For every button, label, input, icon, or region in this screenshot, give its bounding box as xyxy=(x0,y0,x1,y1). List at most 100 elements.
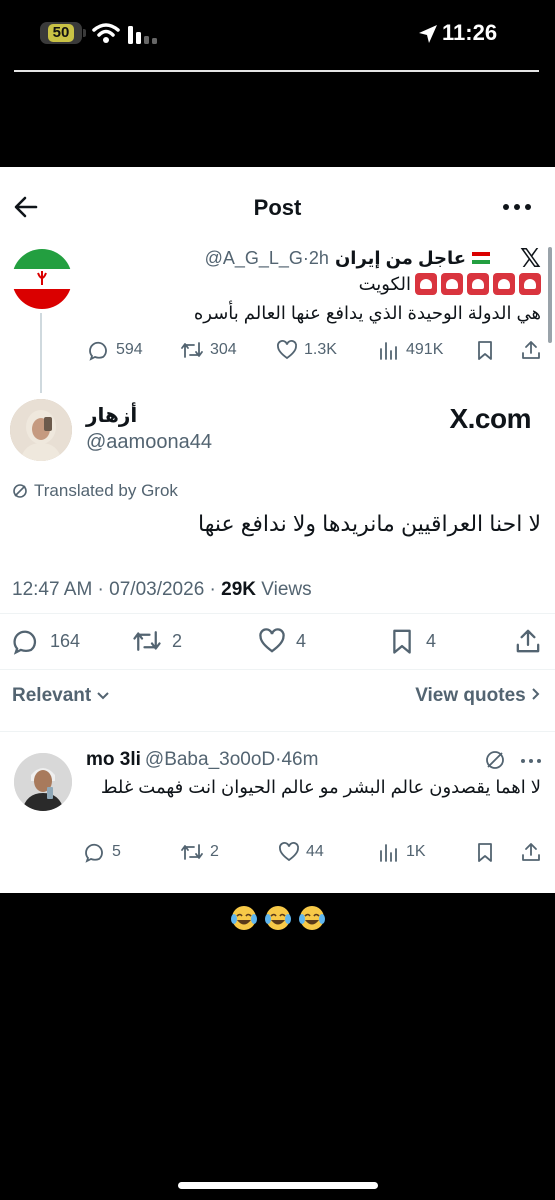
scrollbar[interactable] xyxy=(548,247,552,343)
x-com-logo: X.com xyxy=(449,403,531,434)
thread-line xyxy=(40,313,42,393)
views-icon xyxy=(380,844,397,862)
location-arrow-icon xyxy=(419,25,437,43)
heart-icon xyxy=(277,340,297,360)
reply-handle[interactable]: @Baba_3o0oD·46m xyxy=(145,749,319,771)
x-logo-icon[interactable]: 𝕏 xyxy=(520,243,541,274)
repost-count: 2 xyxy=(172,630,183,651)
views-count: 1K xyxy=(406,843,426,860)
repost-count: 2 xyxy=(210,843,219,860)
iran-flag-emoji-icon xyxy=(472,252,491,264)
share-button[interactable] xyxy=(520,841,542,863)
quoted-display-name[interactable]: عاجل من إيران xyxy=(335,248,466,269)
share-icon xyxy=(516,629,540,653)
reply-count: 5 xyxy=(112,843,121,860)
wifi-icon xyxy=(92,23,120,43)
heart-icon xyxy=(259,628,285,653)
repost-button[interactable]: 2 xyxy=(132,627,182,655)
share-icon xyxy=(522,341,540,359)
bookmark-button[interactable]: 4 xyxy=(388,627,436,655)
quoted-text-country: الكويت xyxy=(358,273,411,294)
status-time: 11:26 xyxy=(442,20,498,45)
heart-icon xyxy=(279,842,299,862)
reply-text: لا اهما يقصدون عالم البشر مو عالم الحيوا… xyxy=(100,777,541,797)
grok-icon[interactable] xyxy=(484,749,506,771)
bookmark-icon xyxy=(393,629,411,654)
tweet-meta: 12:47 AM · 07/03/2026 · 29K Views xyxy=(12,579,312,601)
reply-icon xyxy=(89,341,107,361)
siren-emoji-icon xyxy=(519,273,541,295)
home-indicator[interactable] xyxy=(178,1182,378,1189)
views-button[interactable]: 1K xyxy=(378,841,426,863)
share-button[interactable] xyxy=(514,627,542,655)
reply-avatar[interactable] xyxy=(14,753,72,811)
like-count: 1.3K xyxy=(304,341,337,358)
divider xyxy=(0,731,555,732)
post-card: Post @A_G_L_G·2h عاجل من إيران 𝕏 الكويت … xyxy=(0,167,555,893)
sort-label: Relevant xyxy=(12,685,92,706)
views-count: 491K xyxy=(406,341,444,358)
bookmark-count: 4 xyxy=(426,630,437,651)
avatar-iran-flag[interactable] xyxy=(12,249,72,309)
sort-relevant-dropdown[interactable]: Relevant xyxy=(12,685,110,707)
caption-emojis: 😂😂😂 xyxy=(0,904,555,937)
views-icon xyxy=(380,342,397,360)
like-count: 4 xyxy=(296,630,307,651)
avatar[interactable] xyxy=(10,399,72,461)
quoted-tweet-header: @A_G_L_G·2h عاجل من إيران 𝕏 xyxy=(205,243,541,274)
reply-icon xyxy=(85,843,103,863)
display-name[interactable]: أزهار xyxy=(86,403,137,428)
reply-display-name[interactable]: mo 3li xyxy=(86,749,141,771)
main-action-bar: 164 2 4 4 xyxy=(10,627,545,655)
reply-count: 164 xyxy=(50,630,81,651)
page-title: Post xyxy=(253,195,302,220)
divider xyxy=(0,613,555,614)
bookmark-button[interactable] xyxy=(474,841,496,863)
like-button[interactable]: 4 xyxy=(258,627,306,655)
laughing-crying-emoji-icon xyxy=(230,906,325,930)
bookmark-button[interactable] xyxy=(474,339,496,361)
like-button[interactable]: 1.3K xyxy=(276,339,337,361)
repost-icon xyxy=(133,631,161,651)
tweet-text: لا احنا العراقيين مانريدها ولا ندافع عنه… xyxy=(197,511,541,536)
views-count: 29K xyxy=(221,579,256,600)
siren-emoji-icon xyxy=(415,273,437,295)
top-bar: Post xyxy=(0,187,555,229)
bookmark-icon xyxy=(478,341,492,360)
reply-button[interactable]: 5 xyxy=(84,841,121,863)
more-options-icon[interactable] xyxy=(500,197,534,217)
reply-header: mo 3li @Baba_3o0oD·46m xyxy=(86,749,318,771)
quoted-handle[interactable]: @A_G_L_G·2h xyxy=(205,248,329,269)
quoted-action-bar: 594 304 1.3K 491K xyxy=(88,339,543,363)
repost-button[interactable]: 304 xyxy=(180,339,237,361)
siren-emoji-icon xyxy=(441,273,463,295)
reply-button[interactable]: 164 xyxy=(12,627,80,655)
view-quotes-link[interactable]: View quotes xyxy=(415,685,541,707)
views-button[interactable]: 491K xyxy=(378,339,443,361)
chevron-down-icon xyxy=(97,692,110,700)
reply-button[interactable]: 594 xyxy=(88,339,143,361)
repost-icon xyxy=(181,342,203,358)
like-count: 44 xyxy=(306,843,324,860)
share-icon xyxy=(522,843,540,861)
status-bar: 50 11:26 xyxy=(0,0,555,72)
repost-button[interactable]: 2 xyxy=(180,841,219,863)
bookmark-icon xyxy=(478,843,492,862)
view-quotes-label: View quotes xyxy=(415,685,526,706)
like-button[interactable]: 44 xyxy=(278,841,324,863)
user-handle[interactable]: @aamoona44 xyxy=(86,431,212,454)
more-options-icon[interactable] xyxy=(520,757,542,765)
battery-icon: 50 xyxy=(40,22,86,44)
repost-count: 304 xyxy=(210,341,237,358)
repost-icon xyxy=(181,844,203,860)
reply-icon xyxy=(13,630,37,655)
reply-count: 594 xyxy=(116,341,143,358)
quoted-text-line1: الكويت xyxy=(359,273,541,295)
battery-level: 50 xyxy=(52,24,70,41)
translated-label: Translated by Grok xyxy=(34,481,178,500)
translated-by-grok[interactable]: Translated by Grok xyxy=(12,481,178,501)
share-button[interactable] xyxy=(520,339,542,361)
reply-action-bar: 5 2 44 1K xyxy=(84,841,544,865)
divider xyxy=(14,70,539,72)
views-label: Views xyxy=(256,579,312,600)
